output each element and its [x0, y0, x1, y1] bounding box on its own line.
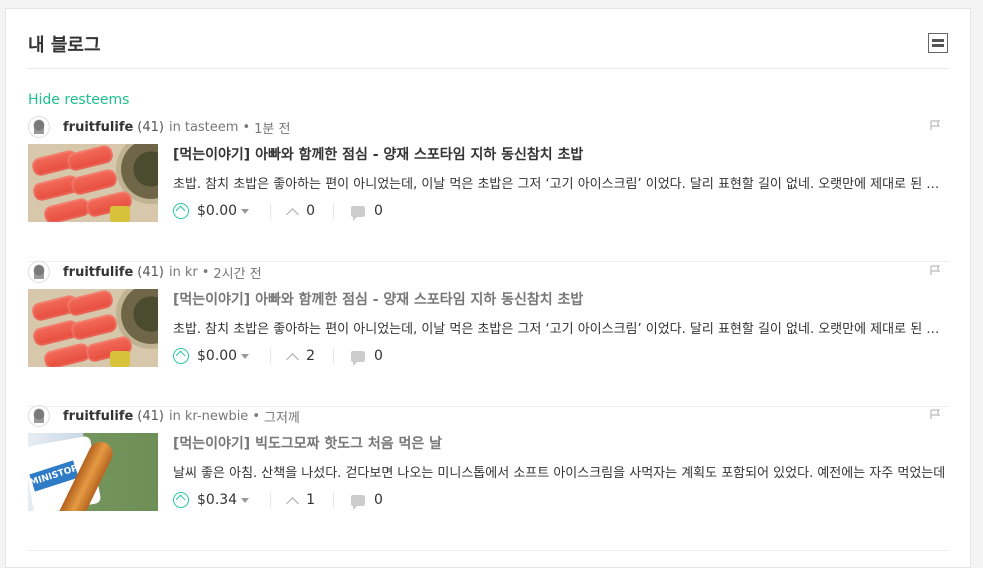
post-stats: $0.00 2 0	[173, 347, 949, 366]
hide-resteems-link[interactable]: Hide resteems	[28, 92, 129, 108]
vote-count[interactable]: 2	[271, 348, 333, 366]
comment-count[interactable]: 0	[334, 203, 383, 221]
meta-separator: •	[201, 264, 210, 280]
comment-count[interactable]: 0	[334, 348, 383, 366]
vote-icon	[286, 352, 299, 366]
vote-icon	[286, 496, 299, 510]
post-excerpt[interactable]: 초밥. 참치 초밥은 좋아하는 편이 아니었는데, 이날 먹은 초밥은 그저 ‘…	[173, 173, 949, 192]
upvote-icon[interactable]	[173, 492, 189, 508]
meta-separator: •	[252, 408, 260, 424]
avatar[interactable]	[28, 116, 50, 138]
post-card: fruitfulife (41) in kr • 2시간 전 [먹는이야기] 아…	[28, 261, 949, 407]
post-card: fruitfulife (41) in kr-newbie • 그저께 MINI…	[28, 405, 949, 551]
reputation: (41)	[137, 119, 164, 135]
post-excerpt[interactable]: 날씨 좋은 아침. 산책을 나섰다. 걷다보면 나오는 미니스톱에서 소프트 아…	[173, 462, 949, 481]
post-stats: $0.00 0 0	[173, 202, 949, 221]
comment-icon	[351, 494, 366, 510]
flag-icon[interactable]	[930, 265, 941, 276]
author-link[interactable]: fruitfulife	[63, 120, 133, 135]
in-label: in	[168, 408, 181, 424]
category-link[interactable]: tasteem	[185, 120, 239, 135]
post-time[interactable]: 그저께	[264, 407, 300, 426]
blog-header: 내 블로그	[28, 29, 948, 69]
vote-icon	[286, 207, 299, 221]
post-meta: fruitfulife (41) in tasteem • 1분 전	[28, 116, 290, 138]
payout-value[interactable]: $0.34	[197, 492, 237, 508]
upvote-icon[interactable]	[173, 203, 189, 219]
flag-icon[interactable]	[930, 409, 941, 420]
layout-toggle-icon[interactable]	[928, 33, 948, 53]
payout-dropdown-icon[interactable]	[241, 497, 250, 503]
vote-count[interactable]: 1	[271, 492, 333, 510]
post-meta: fruitfulife (41) in kr • 2시간 전	[28, 261, 262, 283]
post-content: [먹는이야기] 아빠와 함께한 점심 - 양재 스포타임 지하 동신참치 초밥 …	[173, 144, 949, 221]
avatar[interactable]	[28, 261, 50, 283]
in-label: in	[168, 119, 181, 135]
author-link[interactable]: fruitfulife	[63, 409, 133, 424]
post-stats: $0.34 1 0	[173, 491, 949, 510]
post-time[interactable]: 2시간 전	[213, 263, 261, 282]
post-content: [먹는이야기] 빅도그모짜 핫도그 처음 먹은 날 날씨 좋은 아침. 산책을 …	[173, 433, 949, 510]
post-thumbnail[interactable]	[28, 289, 158, 367]
upvote-icon[interactable]	[173, 348, 189, 364]
comment-count[interactable]: 0	[334, 492, 383, 510]
comment-icon	[351, 205, 366, 221]
reputation: (41)	[137, 264, 164, 280]
post-thumbnail[interactable]	[28, 144, 158, 222]
comment-icon	[351, 350, 366, 366]
author-link[interactable]: fruitfulife	[63, 265, 133, 280]
category-link[interactable]: kr-newbie	[185, 409, 248, 424]
avatar[interactable]	[28, 405, 50, 427]
reputation: (41)	[137, 408, 164, 424]
meta-separator: •	[242, 119, 251, 135]
vote-count[interactable]: 0	[271, 203, 333, 221]
post-card: fruitfulife (41) in tasteem • 1분 전 [먹는이야…	[28, 116, 949, 262]
post-thumbnail[interactable]: MINISTOP	[28, 433, 158, 511]
payout-dropdown-icon[interactable]	[241, 353, 250, 359]
payout-value[interactable]: $0.00	[197, 203, 237, 219]
category-link[interactable]: kr	[185, 265, 198, 280]
post-excerpt[interactable]: 초밥. 참치 초밥은 좋아하는 편이 아니었는데, 이날 먹은 초밥은 그저 ‘…	[173, 318, 949, 337]
post-title[interactable]: [먹는이야기] 아빠와 함께한 점심 - 양재 스포타임 지하 동신참치 초밥	[173, 289, 949, 309]
post-title[interactable]: [먹는이야기] 빅도그모짜 핫도그 처음 먹은 날	[173, 433, 949, 453]
section-title: 내 블로그	[28, 35, 101, 56]
payout-dropdown-icon[interactable]	[241, 208, 250, 214]
in-label: in	[168, 264, 181, 280]
post-title[interactable]: [먹는이야기] 아빠와 함께한 점심 - 양재 스포타임 지하 동신참치 초밥	[173, 144, 949, 164]
payout-value[interactable]: $0.00	[197, 348, 237, 364]
post-meta: fruitfulife (41) in kr-newbie • 그저께	[28, 405, 300, 427]
post-content: [먹는이야기] 아빠와 함께한 점심 - 양재 스포타임 지하 동신참치 초밥 …	[173, 289, 949, 366]
flag-icon[interactable]	[930, 120, 941, 131]
post-time[interactable]: 1분 전	[254, 118, 290, 137]
blog-panel: 내 블로그 Hide resteems fruitfulife (41) in …	[5, 8, 971, 568]
